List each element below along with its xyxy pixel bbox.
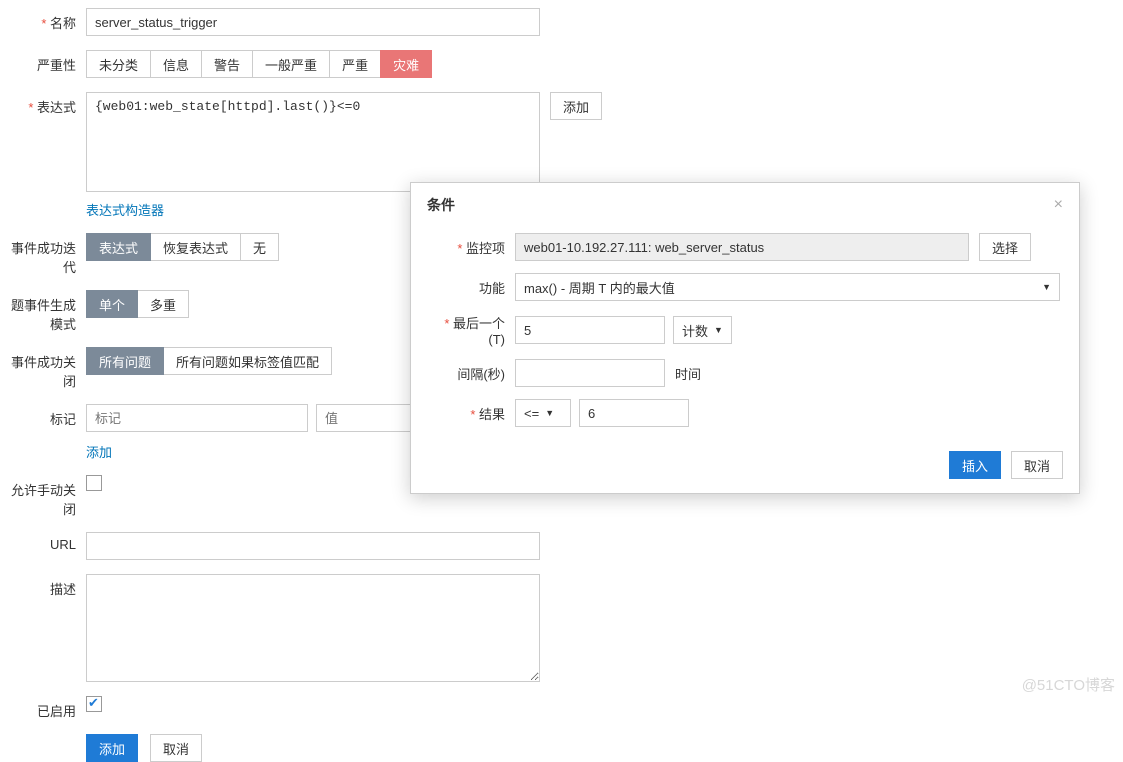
result-label: 结果 [427, 404, 515, 423]
ok-event-gen-opt-0[interactable]: 表达式 [86, 233, 151, 261]
interval-unit-label: 时间 [675, 364, 701, 383]
function-select[interactable]: max() - 周期 T 内的最大值 [515, 273, 1060, 301]
severity-opt-1[interactable]: 信息 [150, 50, 202, 78]
modal-cancel-button[interactable]: 取消 [1011, 451, 1063, 479]
severity-opt-4[interactable]: 严重 [329, 50, 381, 78]
tags-add-link[interactable]: 添加 [86, 445, 112, 460]
ok-event-close-opt-0[interactable]: 所有问题 [86, 347, 164, 375]
result-op-select[interactable]: <= [515, 399, 571, 427]
desc-label: 描述 [0, 574, 86, 598]
severity-opt-3[interactable]: 一般严重 [252, 50, 330, 78]
modal-title: 条件 [427, 195, 455, 215]
manual-close-label: 允许手动关闭 [0, 475, 86, 518]
manual-close-checkbox[interactable] [86, 475, 102, 491]
expression-textarea[interactable]: {web01:web_state[httpd].last()}<=0 [86, 92, 540, 192]
watermark: @51CTO博客 [1022, 674, 1115, 695]
ok-event-gen-opt-2[interactable]: 无 [240, 233, 279, 261]
url-label: URL [0, 532, 86, 552]
ok-event-gen-opt-1[interactable]: 恢复表达式 [150, 233, 241, 261]
name-input[interactable] [86, 8, 540, 36]
select-item-button[interactable]: 选择 [979, 233, 1031, 261]
tags-label: 标记 [0, 404, 86, 428]
ok-event-close-label: 事件成功关闭 [0, 347, 86, 390]
item-label: 监控项 [427, 238, 515, 257]
ok-event-gen-segmented[interactable]: 表达式 恢复表达式 无 [86, 233, 279, 261]
name-label: 名称 [0, 8, 86, 32]
last-input[interactable] [515, 316, 665, 344]
enabled-checkbox[interactable] [86, 696, 102, 712]
result-value-input[interactable] [579, 399, 689, 427]
last-unit-select[interactable]: 计数 [673, 316, 732, 344]
submit-button[interactable]: 添加 [86, 734, 138, 762]
interval-label: 间隔(秒) [427, 364, 515, 383]
expression-builder-link[interactable]: 表达式构造器 [86, 203, 164, 218]
condition-modal: 条件 × 监控项 选择 功能 max() - 周期 T 内的最大值 最后一个 (… [410, 182, 1080, 494]
ok-event-gen-label: 事件成功迭代 [0, 233, 86, 276]
last-label: 最后一个 (T) [427, 313, 515, 347]
tag-name-input[interactable] [86, 404, 308, 432]
problem-mode-segmented[interactable]: 单个 多重 [86, 290, 189, 318]
cancel-button[interactable]: 取消 [150, 734, 202, 762]
close-icon[interactable]: × [1054, 196, 1063, 214]
severity-label: 严重性 [0, 50, 86, 74]
problem-mode-opt-1[interactable]: 多重 [137, 290, 189, 318]
ok-event-close-segmented[interactable]: 所有问题 所有问题如果标签值匹配 [86, 347, 332, 375]
problem-mode-opt-0[interactable]: 单个 [86, 290, 138, 318]
severity-segmented[interactable]: 未分类 信息 警告 一般严重 严重 灾难 [86, 50, 432, 78]
url-input[interactable] [86, 532, 540, 560]
item-input [515, 233, 969, 261]
problem-mode-label: 题事件生成模式 [0, 290, 86, 333]
enabled-label: 已启用 [0, 696, 86, 720]
interval-input[interactable] [515, 359, 665, 387]
insert-button[interactable]: 插入 [949, 451, 1001, 479]
function-label: 功能 [427, 278, 515, 297]
severity-opt-5[interactable]: 灾难 [380, 50, 432, 78]
desc-textarea[interactable] [86, 574, 540, 682]
severity-opt-0[interactable]: 未分类 [86, 50, 151, 78]
expression-add-button[interactable]: 添加 [550, 92, 602, 120]
severity-opt-2[interactable]: 警告 [201, 50, 253, 78]
ok-event-close-opt-1[interactable]: 所有问题如果标签值匹配 [163, 347, 332, 375]
expression-label: 表达式 [0, 92, 86, 116]
